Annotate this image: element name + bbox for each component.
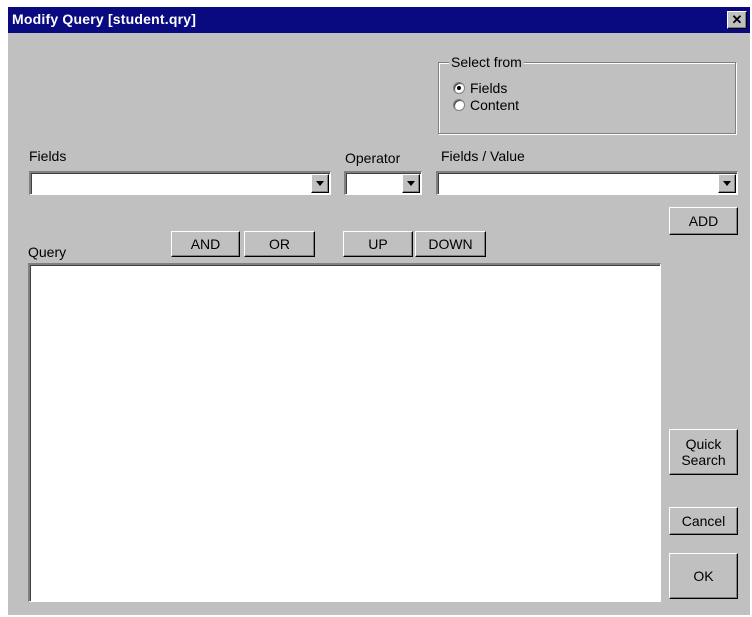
fields-value-combo[interactable] (436, 171, 738, 195)
up-button-label: UP (368, 236, 388, 252)
select-from-legend: Select from (449, 54, 524, 70)
quick-search-label-line2: Search (681, 452, 726, 468)
query-label: Query (28, 244, 67, 260)
operator-combo[interactable] (344, 171, 422, 195)
and-button-label: AND (190, 236, 221, 252)
chevron-down-icon[interactable] (311, 174, 329, 193)
radio-content-indicator[interactable] (453, 99, 465, 111)
up-button[interactable]: UP (343, 231, 413, 257)
window-title: Modify Query [student.qry] (12, 11, 197, 27)
down-button[interactable]: DOWN (415, 231, 486, 257)
radio-fields[interactable]: Fields (453, 80, 507, 96)
or-button[interactable]: OR (244, 231, 315, 257)
radio-fields-label: Fields (470, 80, 508, 96)
query-textarea[interactable] (28, 263, 661, 602)
fields-value-label: Fields / Value (441, 148, 525, 164)
title-bar[interactable]: Modify Query [student.qry] ✕ (8, 7, 750, 33)
add-button[interactable]: ADD (669, 207, 738, 235)
close-button[interactable]: ✕ (727, 11, 747, 29)
or-button-label: OR (269, 236, 290, 252)
down-button-label: DOWN (428, 236, 473, 252)
quick-search-label-line1: Quick (685, 436, 722, 452)
radio-fields-indicator[interactable] (453, 82, 465, 94)
chevron-down-icon[interactable] (402, 174, 420, 193)
fields-label: Fields (29, 148, 67, 164)
chevron-down-icon[interactable] (718, 174, 736, 193)
add-button-label: ADD (688, 213, 719, 229)
operator-label: Operator (345, 150, 401, 166)
radio-content-label: Content (470, 97, 520, 113)
ok-button[interactable]: OK (669, 553, 738, 599)
ok-button-label: OK (693, 568, 714, 584)
modify-query-dialog: Modify Query [student.qry] ✕ Select from… (8, 7, 750, 615)
select-from-group: Select from Fields Content (438, 54, 736, 134)
cancel-button-label: Cancel (681, 513, 726, 529)
fields-combo[interactable] (29, 171, 331, 195)
radio-content[interactable]: Content (453, 97, 519, 113)
and-button[interactable]: AND (171, 231, 240, 257)
close-icon: ✕ (731, 12, 743, 27)
cancel-button[interactable]: Cancel (669, 507, 738, 535)
quick-search-button[interactable]: Quick Search (669, 429, 738, 475)
